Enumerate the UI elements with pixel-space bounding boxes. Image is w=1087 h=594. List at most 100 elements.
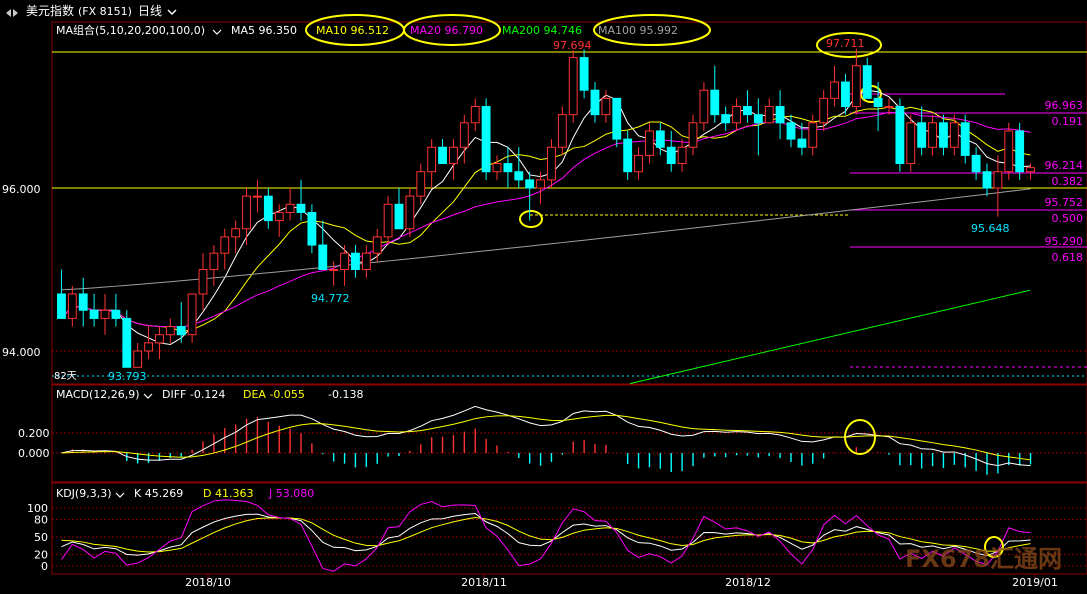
chevron-down-icon[interactable]	[143, 393, 153, 399]
candle-body	[830, 81, 839, 99]
candle-body	[971, 154, 981, 173]
price-annotation-low2: 93.793	[108, 370, 147, 383]
candle-body	[155, 334, 164, 344]
macd-series	[61, 405, 1032, 475]
candle-body	[536, 179, 545, 189]
kdj-j-label: J 53.080	[268, 487, 314, 500]
candle-body	[187, 293, 197, 336]
candle-body	[590, 89, 600, 116]
watermark: FX678汇通网	[905, 545, 1062, 573]
candle-body	[242, 195, 251, 230]
candle-body	[459, 122, 469, 148]
macd-dea-label: DEA -0.055	[243, 388, 305, 401]
candle-body	[111, 309, 121, 319]
x-axis: 2018/10 2018/11 2018/12 2019/01	[185, 574, 1058, 589]
candle-body	[253, 195, 262, 198]
ma10-line	[61, 106, 1031, 332]
x-tick-label: 2018/12	[725, 576, 771, 589]
highlight-ellipse	[519, 210, 543, 228]
ma5-label: MA5 96.350	[231, 24, 297, 37]
ma20-label: MA20 96.790	[410, 24, 483, 37]
candle-body	[57, 293, 66, 319]
macd-title[interactable]: MACD(12,26,9)	[56, 388, 140, 401]
candle-body	[601, 97, 611, 116]
candle-body	[982, 171, 992, 189]
candle-body	[470, 106, 480, 124]
candle-body	[361, 252, 371, 270]
ma5-line	[61, 89, 1031, 346]
fib-ratio-4: 0.618	[1052, 251, 1084, 264]
price-annotation-high2: 97.711	[826, 37, 865, 50]
kdj-d-label: D 41.363	[203, 487, 253, 500]
candle-body	[775, 106, 785, 124]
chart-window: 美元指数 (FX 8151) 日线 96.000 94.000 82天 MA组合…	[0, 0, 1087, 594]
candle-body	[307, 211, 317, 246]
candle-body	[732, 106, 741, 124]
price-annotation-low1: 94.772	[311, 292, 350, 305]
fib-price-3: 95.752	[1045, 196, 1084, 209]
ma100-label: MA100 95.992	[598, 24, 678, 37]
candle-body	[296, 203, 306, 213]
kdj-d-line	[61, 516, 1031, 553]
candle-body	[449, 146, 458, 165]
candle-body	[144, 342, 153, 352]
y-tick-94: 94.000	[2, 346, 41, 359]
candle-body	[67, 293, 77, 319]
candle-body	[993, 171, 1003, 189]
candle-body	[612, 97, 622, 140]
chart-canvas: 96.000 94.000 82天 MA组合(5,10,20,200,100,0…	[2, 14, 1087, 589]
candle-body	[819, 97, 829, 124]
candle-body	[851, 65, 861, 107]
candle-body	[1004, 130, 1014, 173]
candle-body	[841, 81, 850, 108]
chevron-down-icon[interactable]	[115, 492, 125, 498]
candle-body	[274, 211, 284, 222]
candle-body	[492, 163, 502, 173]
candle-body	[89, 309, 99, 319]
candle-body	[699, 89, 709, 124]
candle-body	[721, 114, 731, 124]
candle-body	[351, 252, 360, 270]
macd-value-label: -0.138	[328, 388, 363, 401]
candle-body	[78, 293, 88, 311]
chevron-down-icon[interactable]	[212, 29, 222, 35]
candle-body	[949, 122, 959, 148]
kdj-y-tick: 80	[34, 514, 48, 527]
candle-body	[1026, 167, 1035, 173]
candle-body	[862, 65, 872, 99]
candle-body	[666, 146, 676, 165]
ma-group-label[interactable]: MA组合(5,10,20,200,100,0)	[56, 23, 205, 37]
macd-tick-02: 0.200	[18, 427, 50, 440]
candle-body	[340, 252, 349, 270]
candle-body	[416, 171, 426, 197]
candle-body	[579, 57, 589, 91]
candle-body	[100, 309, 110, 319]
candle-body	[318, 244, 328, 271]
candle-body	[525, 179, 535, 189]
candle-body	[557, 114, 567, 148]
moving-average-lines	[61, 89, 1031, 385]
candle-body	[198, 269, 208, 295]
candle-body	[547, 146, 556, 181]
candle-body	[383, 203, 393, 238]
candle-body	[1015, 130, 1025, 173]
candle-body	[873, 97, 883, 107]
macd-diff-label: DIFF -0.124	[162, 388, 225, 401]
candle-body	[623, 138, 633, 173]
candle-body	[263, 195, 273, 222]
y-tick-96: 96.000	[2, 183, 41, 196]
candle-body	[122, 317, 132, 368]
candle-body	[884, 106, 894, 108]
candle-body	[438, 146, 447, 165]
kdj-title[interactable]: KDJ(9,3,3)	[56, 487, 112, 500]
candle-body	[209, 252, 219, 270]
candle-body	[165, 326, 175, 336]
x-tick-label: 2019/01	[1012, 576, 1058, 589]
candle-body	[568, 57, 578, 116]
ma200-label: MA200 94.746	[502, 24, 582, 37]
candle-body	[394, 203, 404, 230]
candle-body	[764, 106, 774, 124]
candle-body	[329, 269, 339, 271]
candle-body	[655, 130, 665, 148]
candle-body	[405, 195, 415, 230]
